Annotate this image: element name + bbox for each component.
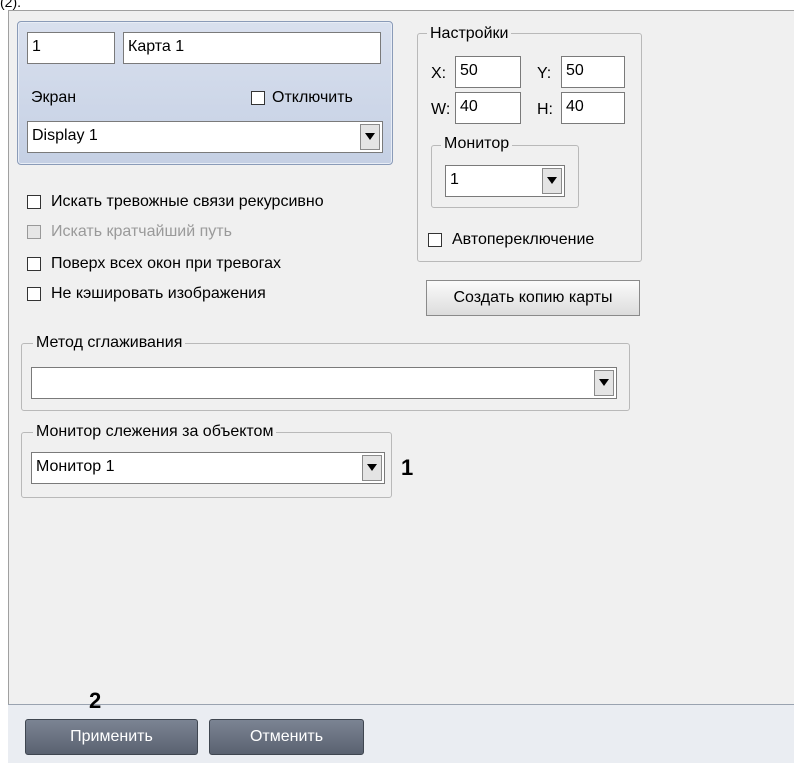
monitor-select[interactable]: 1 [445, 165, 565, 197]
h-field[interactable]: 40 [561, 92, 625, 124]
cancel-button[interactable]: Отменить [209, 719, 364, 755]
settings-title: Настройки [427, 24, 512, 44]
screen-label: Экран [31, 89, 77, 106]
option-checkbox-shortest-path [27, 225, 41, 239]
autoswitch-label: Автопереключение [452, 231, 595, 248]
chevron-down-icon[interactable] [594, 370, 614, 396]
x-field[interactable]: 50 [455, 56, 521, 88]
panel-border [8, 10, 794, 11]
option-checkbox-recursive[interactable] [27, 195, 41, 209]
display-select[interactable]: Display 1 [27, 121, 383, 153]
tracking-select-value: Монитор 1 [36, 458, 115, 475]
monitor-select-value: 1 [450, 171, 459, 188]
option-label-recursive: Искать тревожные связи рекурсивно [51, 193, 324, 210]
option-label-no-cache: Не кэшировать изображения [51, 285, 266, 302]
option-label-on-top: Поверх всех окон при тревогах [51, 255, 282, 272]
w-field[interactable]: 40 [455, 92, 521, 124]
chevron-down-icon[interactable] [362, 455, 382, 481]
autoswitch-checkbox[interactable] [428, 233, 442, 247]
smoothing-select[interactable] [31, 367, 617, 399]
map-id-field[interactable]: 1 [27, 32, 115, 64]
apply-button[interactable]: Применить [25, 719, 198, 755]
h-label: H: [537, 101, 553, 118]
copy-map-button[interactable]: Создать копию карты [426, 280, 640, 316]
option-label-shortest-path: Искать кратчайший путь [51, 223, 232, 240]
tracking-select[interactable]: Монитор 1 [31, 452, 385, 484]
callout-marker-1: 1 [401, 455, 414, 480]
map-name-field[interactable]: Карта 1 [123, 32, 381, 64]
y-field[interactable]: 50 [561, 56, 625, 88]
chevron-down-icon[interactable] [542, 168, 562, 194]
w-label: W: [431, 101, 451, 118]
disable-label: Отключить [272, 89, 353, 106]
tracking-title: Монитор слежения за объектом [33, 422, 277, 442]
option-checkbox-on-top[interactable] [27, 257, 41, 271]
display-select-value: Display 1 [32, 127, 98, 144]
panel-border-left [8, 10, 9, 762]
disable-checkbox[interactable] [251, 91, 265, 105]
chevron-down-icon[interactable] [360, 124, 380, 150]
option-checkbox-no-cache[interactable] [27, 287, 41, 301]
monitor-title: Монитор [441, 134, 513, 154]
x-label: X: [431, 65, 447, 82]
smoothing-title: Метод сглаживания [33, 333, 186, 353]
callout-marker-2: 2 [89, 688, 102, 713]
y-label: Y: [537, 65, 552, 82]
